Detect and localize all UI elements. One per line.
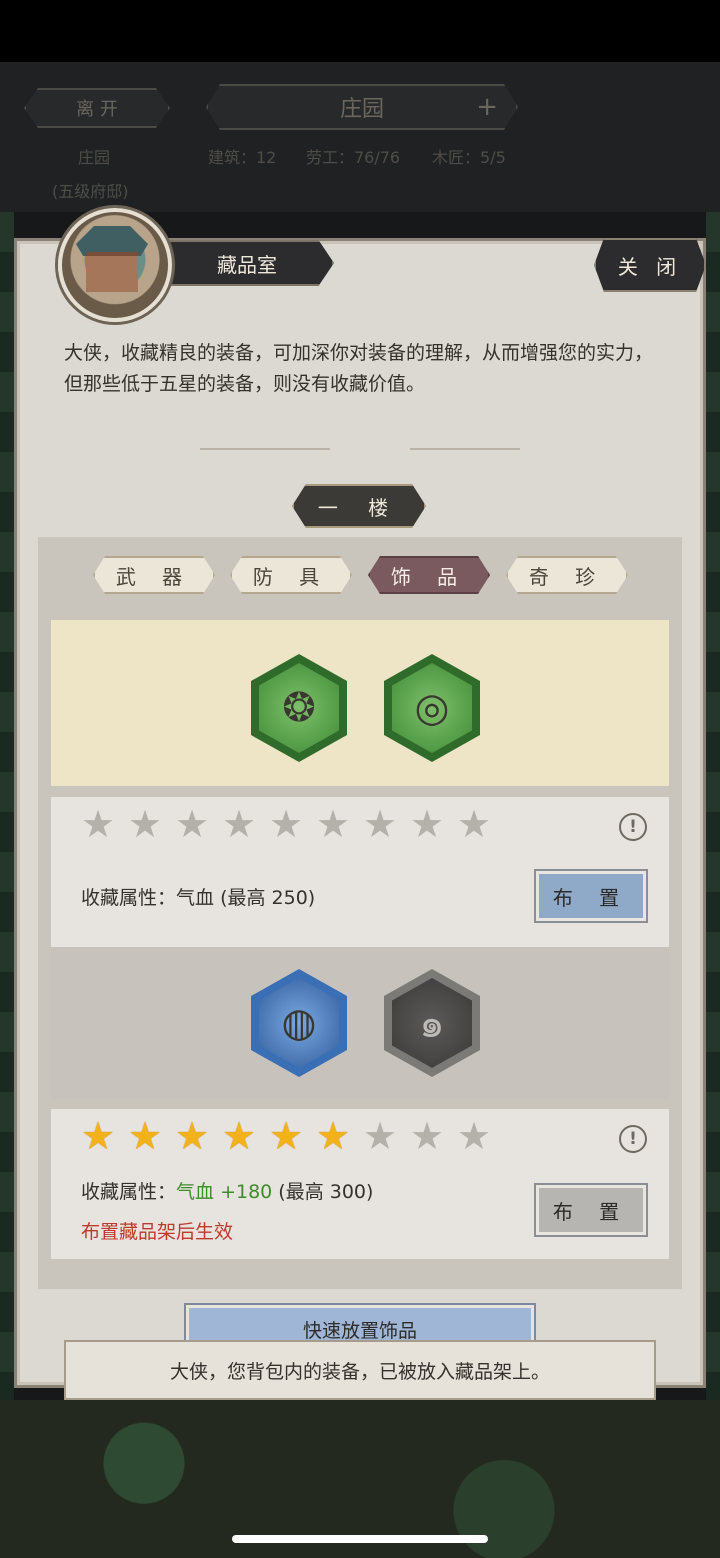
- star-filled-icon: ★: [80, 1114, 116, 1158]
- close-button[interactable]: 关 闭: [594, 238, 706, 292]
- attr-bonus: +180: [214, 1181, 273, 1203]
- shelf-1-slot-2[interactable]: ◎: [384, 654, 480, 762]
- shelf-1-info: ★ ★ ★ ★ ★ ★ ★ ★ ★ ! 收藏属性：气血 (最高 250) 布 置: [51, 797, 669, 947]
- attr-max: (最高 250): [220, 887, 316, 909]
- shelf-2-slot-1[interactable]: ◍: [251, 969, 347, 1077]
- shelf-2-place-button[interactable]: 布 置: [536, 1185, 646, 1235]
- star-empty-icon: ★: [127, 802, 163, 846]
- tab-armor[interactable]: 防 具: [230, 556, 352, 594]
- shelf-2-attribute: 收藏属性：气血 +180 (最高 300): [81, 1177, 373, 1204]
- floor-tab[interactable]: 一 楼: [292, 484, 426, 528]
- attr-label: 收藏属性：: [81, 887, 177, 909]
- star-empty-icon: ★: [409, 802, 445, 846]
- blue-bracelet-icon: ◍: [259, 978, 339, 1068]
- toast-message: 大侠，您背包内的装备，已被放入藏品架上。: [64, 1340, 656, 1400]
- shelf-2-display: ◍ ๑: [51, 947, 669, 1099]
- estate-title-bar: 庄园 +: [206, 84, 518, 130]
- star-filled-icon: ★: [221, 1114, 257, 1158]
- star-empty-icon: ★: [80, 802, 116, 846]
- star-empty-icon: ★: [409, 1114, 445, 1158]
- tab-weapons[interactable]: 武 器: [93, 556, 215, 594]
- star-empty-icon: ★: [221, 802, 257, 846]
- location-name: 庄园: [78, 148, 111, 167]
- stat-carpenters: 木匠：5/5: [432, 148, 506, 167]
- info-icon[interactable]: !: [619, 813, 647, 841]
- bg-foliage-right: [706, 212, 720, 1412]
- shelf-2-note: 布置藏品架后生效: [81, 1221, 234, 1243]
- attr-max: (最高 300): [272, 1181, 374, 1203]
- shelf-1-attribute: 收藏属性：气血 (最高 250): [81, 883, 315, 910]
- tab-accessories[interactable]: 饰 品: [368, 556, 490, 594]
- star-filled-icon: ★: [174, 1114, 210, 1158]
- shelf-1-slot-1[interactable]: ❂: [251, 654, 347, 762]
- shelf-1-display: ❂ ◎: [51, 620, 669, 786]
- home-indicator[interactable]: [232, 1535, 488, 1543]
- star-empty-icon: ★: [456, 1114, 492, 1158]
- tab-treasures[interactable]: 奇 珍: [506, 556, 628, 594]
- ornament-divider-left: [200, 448, 330, 450]
- star-empty-icon: ★: [268, 802, 304, 846]
- star-empty-icon: ★: [456, 802, 492, 846]
- ornament-divider-right: [410, 448, 520, 450]
- shelf-1-place-button[interactable]: 布 置: [536, 871, 646, 921]
- star-empty-icon: ★: [362, 802, 398, 846]
- attr-value: 气血: [176, 887, 215, 909]
- status-bar: [0, 0, 720, 62]
- stat-buildings: 建筑：12: [208, 148, 277, 167]
- info-icon[interactable]: !: [619, 1125, 647, 1153]
- intro-text: 大侠，收藏精良的装备，可加深你对装备的理解，从而增强您的实力，但那些低于五星的装…: [64, 342, 654, 395]
- location-sub: (五级府邸): [52, 182, 129, 201]
- leave-button[interactable]: 离 开: [24, 88, 170, 128]
- star-filled-icon: ★: [268, 1114, 304, 1158]
- panel-title-text: 藏品室: [217, 252, 277, 277]
- jade-pendant-icon: ❂: [259, 663, 339, 753]
- star-empty-icon: ★: [315, 802, 351, 846]
- shelf-list: ❂ ◎ ★ ★ ★ ★ ★ ★ ★ ★ ★ ! 收藏属性：气血 (最高 250) 布 置 ◍ ๑…: [51, 620, 669, 1280]
- attr-label: 收藏属性：: [81, 1181, 177, 1203]
- jade-ring-pendant-icon: ◎: [392, 663, 472, 753]
- bg-foliage-left: [0, 212, 14, 1412]
- star-filled-icon: ★: [127, 1114, 163, 1158]
- star-empty-icon: ★: [362, 1114, 398, 1158]
- star-empty-icon: ★: [174, 802, 210, 846]
- shelf-2-slot-2[interactable]: ๑: [384, 969, 480, 1077]
- add-icon[interactable]: +: [476, 92, 498, 122]
- star-filled-icon: ★: [315, 1114, 351, 1158]
- stat-laborers: 劳工：76/76: [306, 148, 401, 167]
- dragon-amulet-icon: ๑: [392, 978, 472, 1068]
- attr-value: 气血: [176, 1181, 215, 1203]
- shelf-2-info: ★ ★ ★ ★ ★ ★ ★ ★ ★ ! 收藏属性：气血 +180 (最高 300) 布置藏品架后…: [51, 1109, 669, 1259]
- building-body-icon: [86, 252, 138, 292]
- estate-title: 庄园: [339, 97, 384, 122]
